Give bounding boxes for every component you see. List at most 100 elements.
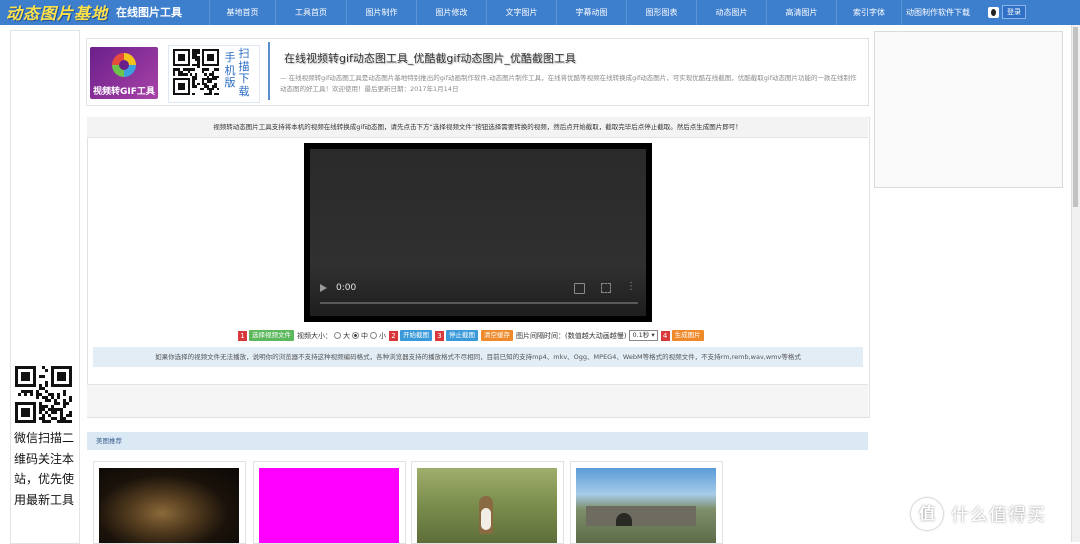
video-progress-bar[interactable] <box>320 302 638 304</box>
qr-module <box>69 399 72 402</box>
qr-module <box>57 396 60 399</box>
qr-module <box>197 65 200 69</box>
fullscreen-icon[interactable] <box>601 283 611 293</box>
size-medium-label: 中 <box>361 331 368 340</box>
nav-item-subtitle-gif[interactable]: 字幕动图 <box>556 0 626 25</box>
scrollbar-thumb[interactable] <box>1073 27 1078 207</box>
qr-module <box>202 87 205 91</box>
nav-item-charts[interactable]: 图形图表 <box>626 0 696 25</box>
stop-capture-button[interactable]: 停止截图 <box>446 330 478 341</box>
qr-module <box>216 92 219 95</box>
qr-module <box>192 92 195 95</box>
gallery-image-castle[interactable] <box>576 468 716 543</box>
qr-module <box>206 68 210 71</box>
video-screen[interactable] <box>310 149 646 316</box>
step-4-badge: 4 <box>660 330 670 341</box>
gallery-card-snake[interactable] <box>93 461 246 544</box>
watermark-text: 什么值得买 <box>951 505 1046 526</box>
qr-module <box>63 393 66 396</box>
gallery-card-magenta[interactable] <box>253 461 406 544</box>
step-1-badge: 1 <box>238 330 247 341</box>
tool-controls: 1 选择视频文件 视频大小： 大 中 小 2 开始截图 3 停止截图 清空缓存 … <box>238 329 707 342</box>
qr-module <box>197 51 200 54</box>
page-title: 在线视频转gif动态图工具_优酷截gif动态图片_优酷截图工具 <box>284 52 576 65</box>
login-button[interactable]: 登录 <box>1002 5 1026 19</box>
qr-module <box>214 78 217 81</box>
nav-item-tools-home[interactable]: 工具首页 <box>275 0 346 25</box>
step-3-badge: 3 <box>435 330 444 341</box>
wechat-scan-text: 微信扫描二维码关注本站，优先使用最新工具 <box>14 431 75 507</box>
qr-module <box>197 82 200 86</box>
qr-module <box>209 80 212 83</box>
qr-module <box>69 414 72 417</box>
qr-finder-module <box>57 372 66 381</box>
qr-module <box>216 87 219 91</box>
qr-finder-module <box>206 53 215 62</box>
size-large-radio[interactable] <box>334 332 341 339</box>
qr-finder-module <box>21 372 30 381</box>
watermark: 值 什么值得买 <box>911 498 1046 530</box>
right-ad-panel <box>874 31 1063 188</box>
size-small-radio[interactable] <box>370 332 377 339</box>
wechat-qr-code <box>15 366 72 423</box>
play-icon[interactable] <box>320 284 327 292</box>
page-scrollbar[interactable] <box>1071 25 1080 542</box>
nav-item-animated[interactable]: 动态图片 <box>696 0 766 25</box>
castle-arch <box>616 513 632 526</box>
nav-item-fonts[interactable]: 索引字体 <box>836 0 901 25</box>
nav-item-image-edit[interactable]: 图片修改 <box>416 0 486 25</box>
nav-item-home[interactable]: 基地首页 <box>209 0 275 25</box>
mobile-col1: 手机版 <box>224 51 236 89</box>
start-capture-button[interactable]: 开始截图 <box>400 330 432 341</box>
qr-module <box>45 384 48 387</box>
gallery-image-magenta[interactable] <box>259 468 399 543</box>
qr-module <box>57 402 60 405</box>
qr-module <box>194 78 198 81</box>
qq-icon[interactable] <box>988 6 999 18</box>
qr-finder-module <box>177 53 186 62</box>
qr-module <box>24 393 27 396</box>
mobile-version-text: 手机版扫描下载 <box>223 47 255 98</box>
tool-logo-icon <box>112 53 136 77</box>
qr-module <box>185 73 188 76</box>
gallery-image-snake[interactable] <box>99 468 239 543</box>
logo-sub-text: 在线图片工具 <box>116 6 183 19</box>
qr-finder-module <box>177 82 186 91</box>
clear-cache-button[interactable]: 清空缓存 <box>481 330 513 341</box>
qr-module <box>48 420 51 423</box>
header-divider <box>268 42 270 100</box>
size-medium-radio[interactable] <box>352 332 359 339</box>
nav-item-hd[interactable]: 高清图片 <box>766 0 836 25</box>
interval-select[interactable]: 0.1秒 ▾ <box>629 330 658 341</box>
qr-module <box>216 75 219 79</box>
tool-logo: 视频转GIF工具 <box>90 47 158 99</box>
video-player[interactable]: 0:00 ⋮ <box>304 143 652 322</box>
generate-image-button[interactable]: 生成图片 <box>671 330 704 341</box>
nav-item-software-download[interactable]: 动图制作软件下载 <box>901 0 974 25</box>
output-area <box>87 384 868 417</box>
nav-item-text-image[interactable]: 文字图片 <box>486 0 556 25</box>
gallery-card-weasel[interactable] <box>411 461 564 544</box>
qr-module <box>211 87 215 91</box>
more-options-icon[interactable]: ⋮ <box>626 282 636 292</box>
qr-module <box>30 393 33 396</box>
page-description: — 在线视频转gif动态图工具是动态图片基地特别推出的gif动画制作软件,动态图… <box>280 74 857 93</box>
size-label: 视频大小： <box>297 331 332 340</box>
qr-module <box>48 399 51 402</box>
interval-value: 0.1秒 <box>632 331 650 339</box>
qr-module <box>54 411 57 414</box>
site-logo[interactable]: 动态图片基地 在线图片工具 <box>6 2 183 23</box>
nav-item-image-make[interactable]: 图片制作 <box>346 0 416 25</box>
volume-icon[interactable] <box>574 283 585 294</box>
top-nav-bar: 动态图片基地 在线图片工具 基地首页 工具首页 图片制作 图片修改 文字图片 字… <box>0 0 1080 25</box>
qr-module <box>192 68 195 71</box>
gallery-card-castle[interactable] <box>570 461 723 544</box>
login-area: 登录 <box>988 5 1026 19</box>
size-large-label: 大 <box>343 331 350 340</box>
mobile-col2: 扫描下载 <box>238 47 250 98</box>
format-info-bar: 如果你选择的视频文件无法播放，说明你的浏览器不支持这种视频编码格式，各种浏览器支… <box>93 347 863 367</box>
logo-main-text: 动态图片基地 <box>6 4 109 23</box>
gallery-image-weasel[interactable] <box>417 468 557 543</box>
weasel-belly <box>481 508 491 530</box>
select-video-button[interactable]: 选择视频文件 <box>249 330 294 341</box>
